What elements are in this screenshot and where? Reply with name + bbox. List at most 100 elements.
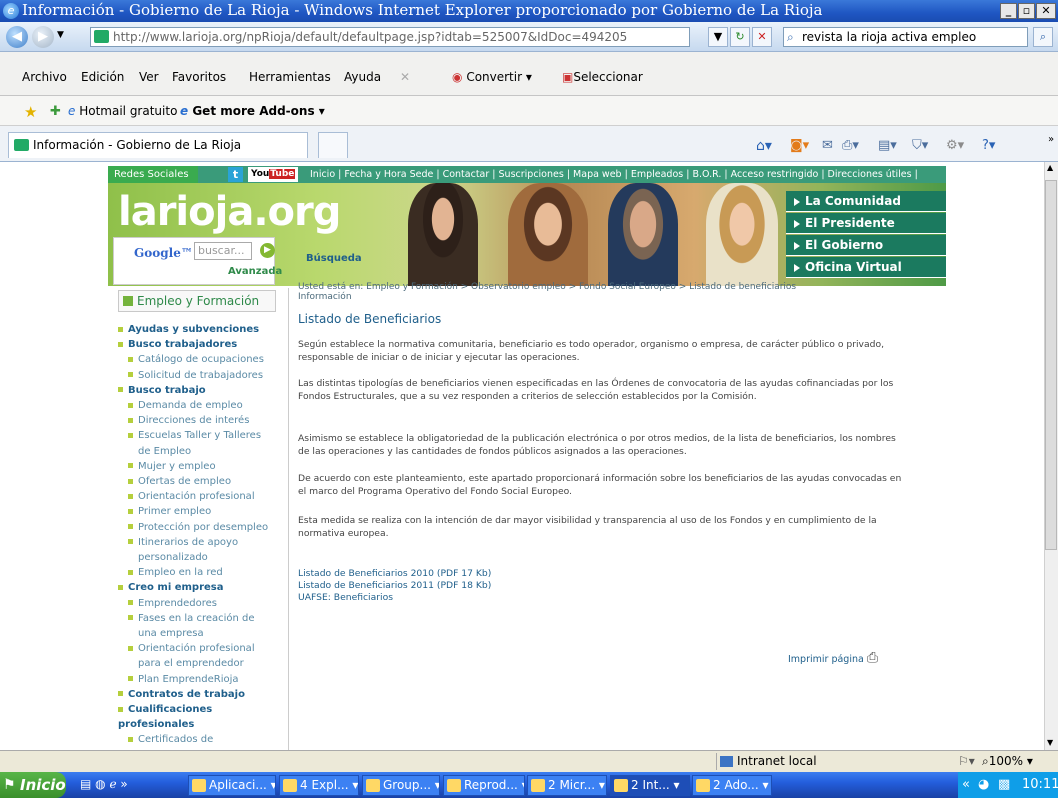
- tray-expand-icon[interactable]: «: [962, 772, 970, 798]
- sidebar-heading[interactable]: Empleo y Formación: [118, 290, 276, 312]
- menu-edicion[interactable]: Edición: [81, 70, 124, 84]
- menu-herramientas[interactable]: Herramientas: [249, 70, 331, 84]
- sidebar-item[interactable]: Certificados de: [128, 734, 213, 745]
- new-tab-button[interactable]: [318, 132, 348, 158]
- tab-informacion[interactable]: Información - Gobierno de La Rioja: [8, 132, 308, 158]
- help-icon[interactable]: ?▾: [982, 138, 995, 153]
- taskbar-button[interactable]: Reprod... ▾: [443, 775, 525, 796]
- quicklaunch-icons[interactable]: ▤ ◍ ℯ »: [80, 777, 128, 791]
- menu-el-presidente[interactable]: El Presidente: [786, 213, 946, 234]
- refresh-button[interactable]: ↻: [730, 27, 750, 47]
- sidebar-item[interactable]: Primer empleo: [128, 506, 211, 517]
- uafse-link[interactable]: UAFSE: Beneficiarios: [298, 592, 393, 603]
- sidebar-item[interactable]: Demanda de empleo: [128, 400, 243, 411]
- redes-sociales-link[interactable]: Redes Sociales: [108, 166, 198, 183]
- home-icon[interactable]: ⌂▾: [756, 138, 772, 154]
- sidebar-item[interactable]: Busco trabajo: [118, 385, 206, 396]
- site-top-links[interactable]: Inicio | Fecha y Hora Sede | Contactar |…: [302, 166, 946, 183]
- sidebar-item[interactable]: Emprendedores: [128, 598, 217, 609]
- address-dropdown-button[interactable]: ▼: [708, 27, 728, 47]
- download-link-2011[interactable]: Listado de Beneficiarios 2011 (PDF 18 Kb…: [298, 580, 491, 591]
- print-icon[interactable]: ⎙▾: [842, 138, 859, 153]
- avanzada-link[interactable]: Avanzada: [228, 266, 282, 277]
- sidebar-item[interactable]: Orientación profesional: [128, 643, 255, 654]
- sidebar-item[interactable]: Contratos de trabajo: [118, 689, 245, 700]
- sidebar-item[interactable]: Cualificaciones: [118, 704, 212, 715]
- protected-mode-icon[interactable]: ⚐▾: [958, 753, 975, 770]
- search-button[interactable]: ⌕: [1033, 27, 1053, 47]
- zoom-level[interactable]: ⌕100% ▾: [982, 753, 1033, 770]
- favorites-star-icon[interactable]: ★: [24, 103, 37, 121]
- youtube-icon[interactable]: YouTube: [248, 167, 299, 182]
- tools-gear-icon[interactable]: ⚙▾: [946, 138, 964, 153]
- sidebar-item[interactable]: Solicitud de trabajadores: [128, 370, 263, 381]
- start-button[interactable]: ⚑ Inicio: [0, 772, 66, 798]
- breadcrumb[interactable]: Usted está en: Empleo y Formación > Obse…: [298, 282, 798, 302]
- fav-addons[interactable]: e Get more Add-ons ▾: [180, 104, 325, 118]
- address-input[interactable]: http://www.larioja.org/npRioja/default/d…: [90, 27, 690, 47]
- taskbar-button[interactable]: 2 Int... ▾: [610, 775, 690, 796]
- sidebar-item[interactable]: Empleo en la red: [128, 567, 223, 578]
- larioja-logo[interactable]: larioja.org: [118, 189, 341, 235]
- menu-ver[interactable]: Ver: [139, 70, 159, 84]
- twitter-icon[interactable]: t: [228, 167, 243, 182]
- sidebar-item[interactable]: Mujer y empleo: [128, 461, 216, 472]
- history-dropdown-icon[interactable]: ▼: [57, 30, 64, 40]
- sidebar-item[interactable]: personalizado: [138, 552, 208, 563]
- scrollbar-thumb[interactable]: [1045, 180, 1057, 550]
- sidebar-item[interactable]: Itinerarios de apoyo: [128, 537, 238, 548]
- sidebar-item[interactable]: para el emprendedor: [138, 658, 244, 669]
- security-zone[interactable]: Intranet local: [716, 753, 936, 770]
- clock[interactable]: 10:11: [1022, 772, 1058, 798]
- sidebar-item[interactable]: Protección por desempleo: [128, 522, 268, 533]
- sidebar-item[interactable]: Catálogo de ocupaciones: [128, 354, 264, 365]
- close-toolbar-icon[interactable]: ✕: [400, 70, 410, 84]
- menu-archivo[interactable]: Archivo: [22, 70, 67, 84]
- stop-button[interactable]: ✕: [752, 27, 772, 47]
- sidebar-item[interactable]: Ofertas de empleo: [128, 476, 231, 487]
- seleccionar-button[interactable]: ▣Seleccionar: [562, 70, 643, 84]
- sidebar-item[interactable]: profesionales: [118, 719, 194, 730]
- convertir-button[interactable]: ◉ Convertir ▾: [452, 70, 532, 84]
- scroll-down-icon[interactable]: ▼: [1047, 738, 1053, 747]
- sidebar-item[interactable]: Orientación profesional: [128, 491, 255, 502]
- safety-icon[interactable]: ⛉▾: [912, 138, 928, 153]
- sidebar-item[interactable]: Plan EmprendeRioja: [128, 674, 239, 685]
- busqueda-button[interactable]: Búsqueda: [306, 253, 362, 264]
- maximize-button[interactable]: ▫: [1018, 3, 1035, 19]
- sidebar-item[interactable]: de Empleo: [138, 446, 191, 457]
- sidebar-item[interactable]: Direcciones de interés: [128, 415, 249, 426]
- taskbar-button[interactable]: Group... ▾: [362, 775, 440, 796]
- menu-favoritos[interactable]: Favoritos: [172, 70, 226, 84]
- scroll-up-icon[interactable]: ▲: [1047, 163, 1053, 172]
- close-button[interactable]: ✕: [1036, 3, 1056, 19]
- taskbar-button[interactable]: 4 Expl... ▾: [279, 775, 359, 796]
- mail-icon[interactable]: ✉: [822, 138, 833, 153]
- go-arrow-icon[interactable]: ▶: [260, 243, 275, 258]
- fav-hotmail[interactable]: e Hotmail gratuito: [68, 104, 177, 118]
- back-button[interactable]: ◀: [6, 26, 28, 48]
- forward-button[interactable]: ▶: [32, 26, 54, 48]
- sidebar-item[interactable]: Fases en la creación de: [128, 613, 255, 624]
- sidebar-item[interactable]: Ayudas y subvenciones: [118, 324, 259, 335]
- menu-oficina-virtual[interactable]: Oficina Virtual: [786, 257, 946, 278]
- sidebar-item[interactable]: Creo mi empresa: [118, 582, 224, 593]
- minimize-button[interactable]: _: [1000, 3, 1017, 19]
- add-favorites-icon[interactable]: ✚: [50, 104, 61, 119]
- menu-ayuda[interactable]: Ayuda: [344, 70, 381, 84]
- taskbar-button[interactable]: 2 Micr... ▾: [527, 775, 607, 796]
- download-link-2010[interactable]: Listado de Beneficiarios 2010 (PDF 17 Kb…: [298, 568, 491, 579]
- sidebar-item[interactable]: Busco trabajadores: [118, 339, 237, 350]
- window-title-bar[interactable]: e Información - Gobierno de La Rioja - W…: [0, 0, 1058, 22]
- google-search-input[interactable]: buscar...: [194, 242, 252, 260]
- search-input[interactable]: ⌕ revista la rioja activa empleo: [783, 27, 1028, 47]
- menu-la-comunidad[interactable]: La Comunidad: [786, 191, 946, 212]
- sidebar-item[interactable]: una empresa: [138, 628, 204, 639]
- toolbar-overflow-icon[interactable]: »: [1048, 134, 1054, 145]
- tray-app-icon[interactable]: ▩: [998, 772, 1010, 798]
- print-page-link[interactable]: Imprimir página ⎙: [788, 650, 878, 666]
- page-menu-icon[interactable]: ▤▾: [878, 138, 897, 153]
- taskbar-button[interactable]: 2 Ado... ▾: [692, 775, 772, 796]
- rss-feed-icon[interactable]: ◙▾: [790, 138, 809, 153]
- menu-el-gobierno[interactable]: El Gobierno: [786, 235, 946, 256]
